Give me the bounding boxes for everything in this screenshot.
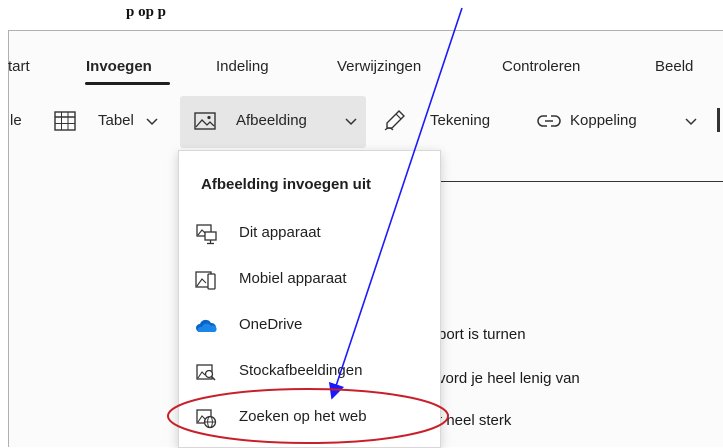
menu-item-search-web[interactable]: Zoeken op het web: [179, 395, 440, 441]
menu-item-stock-images[interactable]: Stockafbeeldingen: [179, 349, 440, 395]
menu-item-this-device[interactable]: Dit apparaat: [179, 211, 440, 257]
menu-item-label: Dit apparaat: [239, 224, 321, 241]
table-icon: [54, 111, 76, 131]
page-edge-line: [438, 181, 723, 182]
menu-item-label: OneDrive: [239, 316, 303, 333]
active-tab-indicator: [85, 82, 170, 85]
drawing-button[interactable]: Tekening: [430, 112, 490, 129]
top-clipped-text: p op p: [126, 4, 167, 20]
chevron-down-icon: [345, 118, 357, 126]
chevron-down-icon: [685, 118, 697, 126]
onedrive-cloud-icon: [196, 319, 217, 332]
menu-item-label: Stockafbeeldingen: [239, 362, 363, 379]
tab-indeling[interactable]: Indeling: [216, 58, 269, 75]
image-icon: [194, 112, 216, 130]
menu-header: Afbeelding invoegen uit: [201, 176, 372, 193]
stock-images-icon: [196, 364, 216, 381]
menu-item-mobile-device[interactable]: Mobiel apparaat: [179, 257, 440, 303]
link-button[interactable]: Koppeling: [570, 112, 637, 129]
tab-invoegen[interactable]: Invoegen: [86, 58, 152, 75]
insert-image-dropdown: Afbeelding invoegen uit Dit apparaat Mob…: [178, 150, 441, 448]
document-line: t heel sterk: [438, 412, 512, 429]
tab-controleren[interactable]: Controleren: [502, 58, 580, 75]
menu-item-label: Zoeken op het web: [239, 408, 367, 425]
tab-start[interactable]: tart: [8, 58, 30, 75]
image-button-label[interactable]: Afbeelding: [236, 112, 307, 129]
chevron-down-icon: [146, 118, 158, 126]
document-line: vord je heel lenig van: [438, 370, 580, 387]
document-line: port is turnen: [438, 326, 526, 343]
drawing-icon: [384, 110, 405, 131]
web-image-search-icon: [196, 409, 217, 429]
tab-verwijzingen[interactable]: Verwijzingen: [337, 58, 421, 75]
menu-item-onedrive[interactable]: OneDrive: [179, 303, 440, 349]
toolbar-clipped-button[interactable]: le: [10, 112, 22, 129]
menu-item-label: Mobiel apparaat: [239, 270, 347, 287]
table-button[interactable]: Tabel: [98, 112, 134, 129]
tab-beeld[interactable]: Beeld: [655, 58, 693, 75]
device-image-icon: [196, 224, 217, 245]
clipped-toolbar-edge: [717, 108, 720, 132]
mobile-image-icon: [195, 271, 216, 290]
link-icon: [537, 115, 561, 127]
